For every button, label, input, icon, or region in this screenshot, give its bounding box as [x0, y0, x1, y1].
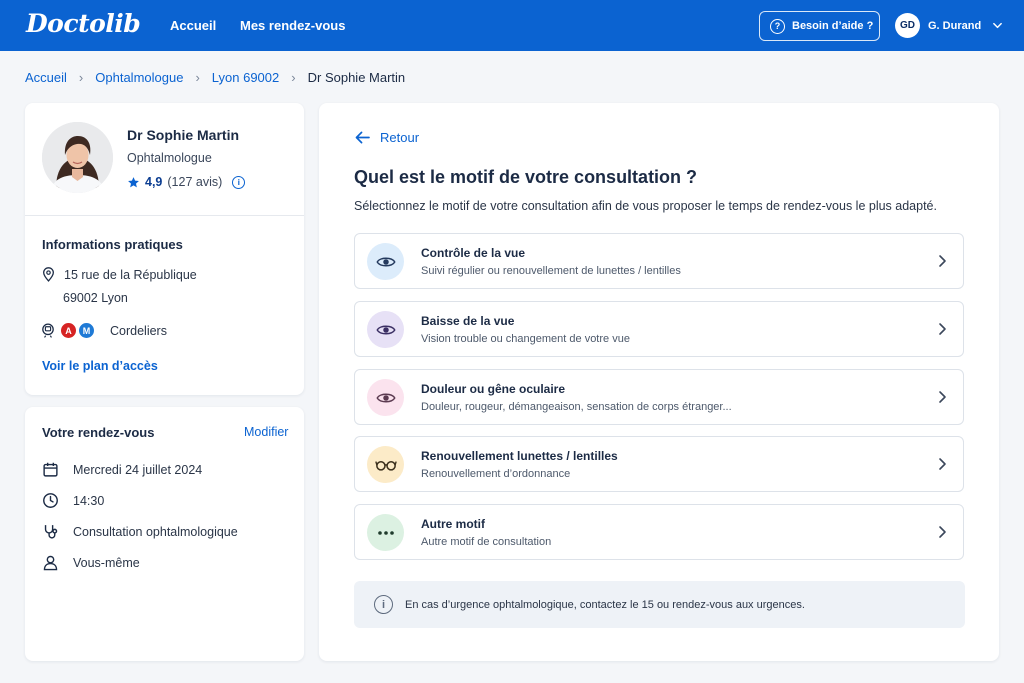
calendar-icon	[43, 462, 58, 477]
option-title: Renouvellement lunettes / lentilles	[421, 449, 618, 463]
doctor-photo	[42, 122, 113, 193]
breadcrumb-ophtalmologue[interactable]: Ophtalmologue	[95, 70, 183, 85]
chevron-right-icon: ›	[291, 70, 296, 85]
metro-icon	[42, 323, 54, 338]
info-icon: i	[374, 595, 393, 614]
option-title: Baisse de la vue	[421, 314, 515, 328]
address-city: 69002 Lyon	[63, 291, 128, 305]
divider	[25, 215, 304, 216]
breadcrumb-current: Dr Sophie Martin	[307, 70, 406, 85]
appointment-type: Consultation ophtalmologique	[42, 523, 238, 540]
user-icon	[43, 555, 58, 571]
chevron-right-icon	[939, 255, 946, 267]
stethoscope-icon	[44, 525, 58, 539]
metro-line-m-badge: M	[79, 323, 94, 338]
option-description: Vision trouble ou changement de votre vu…	[421, 333, 630, 345]
eye-icon	[367, 311, 404, 348]
breadcrumb: Accueil › Ophtalmologue › Lyon 69002 › D…	[25, 70, 405, 85]
appointment-date: Mercredi 24 juillet 2024	[42, 461, 202, 478]
type-value: Consultation ophtalmologique	[73, 524, 238, 539]
help-button-label: Besoin d’aide ?	[792, 20, 874, 32]
info-icon[interactable]: i	[232, 175, 246, 189]
map-pin-icon	[43, 267, 54, 282]
option-douleur-oculaire[interactable]: Douleur ou gêne oculaire Douleur, rougeu…	[354, 369, 964, 425]
metro-info: A M Cordeliers	[41, 323, 167, 338]
option-title: Autre motif	[421, 517, 485, 531]
back-button[interactable]: Retour	[355, 130, 419, 145]
doctor-card: Dr Sophie Martin Ophtalmologue 4,9 (127 …	[25, 103, 304, 395]
option-description: Douleur, rougeur, démangeaison, sensatio…	[421, 401, 732, 413]
address-street: 15 rue de la République	[64, 267, 197, 282]
eye-icon	[367, 243, 404, 280]
time-value: 14:30	[73, 493, 105, 508]
question-icon: ?	[770, 18, 785, 34]
avatar: GD	[895, 13, 920, 38]
help-button[interactable]: ? Besoin d’aide ?	[759, 11, 880, 41]
chevron-down-icon	[993, 22, 1003, 29]
star-icon	[128, 176, 139, 187]
user-name: G. Durand	[928, 19, 982, 32]
chevron-right-icon	[939, 391, 946, 403]
page-title: Quel est le motif de votre consultation …	[354, 167, 698, 187]
emergency-notice: i En cas d’urgence ophtalmologique, cont…	[354, 581, 965, 628]
practical-info-title: Informations pratiques	[42, 237, 183, 252]
doctor-specialty: Ophtalmologue	[127, 151, 212, 165]
option-renouvellement-lunettes[interactable]: Renouvellement lunettes / lentilles Reno…	[354, 436, 964, 492]
map-access-link[interactable]: Voir le plan d’accès	[42, 359, 158, 373]
page-subtitle: Sélectionnez le motif de votre consultat…	[354, 199, 937, 213]
chevron-right-icon	[939, 323, 946, 335]
date-value: Mercredi 24 juillet 2024	[73, 462, 203, 477]
clock-icon	[43, 493, 58, 508]
rating-count: (127 avis)	[167, 175, 223, 189]
appointment-title: Votre rendez-vous	[42, 425, 155, 440]
glasses-icon	[367, 446, 404, 483]
option-title: Contrôle de la vue	[421, 246, 526, 260]
option-controle-vue[interactable]: Contrôle de la vue Suivi régulier ou ren…	[354, 233, 964, 289]
address-line-1: 15 rue de la République	[42, 267, 197, 282]
arrow-left-icon	[355, 131, 370, 144]
rating-value: 4,9	[145, 175, 163, 189]
option-description: Renouvellement d’ordonnance	[421, 468, 571, 480]
more-dots-icon	[367, 514, 404, 551]
option-description: Suivi régulier ou renouvellement de lune…	[421, 265, 681, 277]
option-baisse-vue[interactable]: Baisse de la vue Vision trouble ou chang…	[354, 301, 964, 357]
doctolib-logo[interactable]: Doctolib	[26, 9, 141, 38]
top-navbar: Doctolib Accueil Mes rendez-vous ? Besoi…	[0, 0, 1024, 51]
consultation-reason-card: Retour Quel est le motif de votre consul…	[319, 103, 999, 661]
breadcrumb-accueil[interactable]: Accueil	[25, 70, 67, 85]
chevron-right-icon	[939, 458, 946, 470]
eye-icon	[367, 379, 404, 416]
nav-accueil[interactable]: Accueil	[170, 18, 216, 33]
appointment-patient: Vous-même	[42, 554, 140, 571]
nav-mes-rendez-vous[interactable]: Mes rendez-vous	[240, 18, 345, 33]
doctor-name: Dr Sophie Martin	[127, 127, 240, 143]
user-menu[interactable]: GD G. Durand	[895, 13, 1003, 38]
breadcrumb-lyon[interactable]: Lyon 69002	[212, 70, 279, 85]
doctor-rating: 4,9 (127 avis) i	[127, 175, 246, 189]
option-description: Autre motif de consultation	[421, 536, 552, 548]
chevron-right-icon	[939, 526, 946, 538]
metro-station: Cordeliers	[110, 323, 167, 338]
appointment-time: 14:30	[42, 492, 104, 509]
chevron-right-icon: ›	[78, 70, 84, 85]
appointment-card: Votre rendez-vous Modifier Mercredi 24 j…	[25, 407, 304, 661]
option-title: Douleur ou gêne oculaire	[421, 382, 566, 396]
modify-appointment-link[interactable]: Modifier	[244, 425, 288, 439]
metro-line-a-badge: A	[61, 323, 76, 338]
patient-value: Vous-même	[73, 555, 140, 570]
emergency-notice-text: En cas d’urgence ophtalmologique, contac…	[405, 598, 805, 611]
chevron-right-icon: ›	[195, 70, 200, 85]
option-autre-motif[interactable]: Autre motif Autre motif de consultation	[354, 504, 964, 560]
back-button-label: Retour	[380, 130, 420, 145]
